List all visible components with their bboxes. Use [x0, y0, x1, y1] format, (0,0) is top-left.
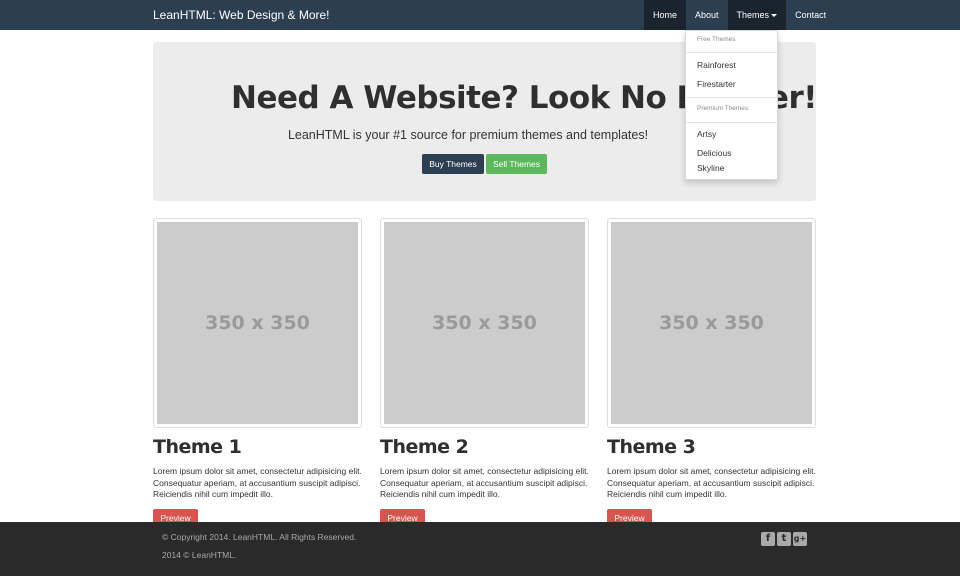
- placeholder-image: 350 x 350: [611, 222, 812, 424]
- theme-thumbnail[interactable]: 350 x 350: [380, 218, 589, 428]
- nav-menu: Home About Themes Contact: [644, 0, 835, 30]
- sell-themes-button[interactable]: Sell Themes: [486, 154, 547, 174]
- placeholder-image: 350 x 350: [384, 222, 585, 424]
- buy-themes-button[interactable]: Buy Themes: [422, 154, 484, 174]
- nav-about[interactable]: About: [686, 0, 728, 30]
- dropdown-divider: [686, 52, 777, 53]
- navbar: LeanHTML: Web Design & More! Home About …: [0, 0, 960, 30]
- nav-contact[interactable]: Contact: [786, 0, 835, 30]
- theme-thumbnail[interactable]: 350 x 350: [153, 218, 362, 428]
- theme-description: Lorem ipsum dolor sit amet, consectetur …: [153, 466, 368, 501]
- theme-description-line: Reiciendis nihil cum impedit illo.: [607, 489, 727, 499]
- theme-description-line: Consequatur aperiam, at accusantium susc…: [607, 477, 815, 488]
- caret-down-icon: [771, 14, 778, 18]
- theme-description-line: Consequatur aperiam, at accusantium susc…: [380, 477, 588, 488]
- placeholder-image: 350 x 350: [157, 222, 358, 424]
- dropdown-header-premium: Premium Themes: [697, 105, 749, 112]
- footer-copyright: © Copyright 2014. LeanHTML. All Rights R…: [162, 532, 357, 542]
- theme-description-line: Lorem ipsum dolor sit amet, consectetur …: [607, 466, 816, 476]
- nav-themes-label: Themes: [736, 10, 770, 20]
- theme-description-line: Consequatur aperiam, at accusantium susc…: [153, 477, 361, 488]
- dropdown-item-artsy[interactable]: Artsy: [697, 129, 716, 139]
- theme-description-line: Lorem ipsum dolor sit amet, consectetur …: [153, 466, 362, 476]
- theme-description: Lorem ipsum dolor sit amet, consectetur …: [607, 466, 822, 501]
- theme-description-line: Lorem ipsum dolor sit amet, consectetur …: [380, 466, 589, 476]
- twitter-icon[interactable]: t: [777, 532, 791, 546]
- theme-thumbnail[interactable]: 350 x 350: [607, 218, 816, 428]
- footer-small-text: 2014 © LeanHTML.: [162, 550, 237, 560]
- theme-title: Theme 2: [380, 436, 469, 458]
- theme-description-line: Reiciendis nihil cum impedit illo.: [153, 489, 273, 499]
- brand-link[interactable]: LeanHTML: Web Design & More!: [153, 8, 330, 22]
- theme-title: Theme 1: [153, 436, 242, 458]
- dropdown-item-rainforest[interactable]: Rainforest: [697, 60, 736, 70]
- theme-description: Lorem ipsum dolor sit amet, consectetur …: [380, 466, 595, 501]
- facebook-icon[interactable]: f: [761, 532, 775, 546]
- theme-title: Theme 3: [607, 436, 696, 458]
- dropdown-divider: [686, 97, 777, 98]
- footer: © Copyright 2014. LeanHTML. All Rights R…: [0, 522, 960, 576]
- dropdown-divider: [686, 122, 777, 123]
- dropdown-item-firestarter[interactable]: Firestarter: [697, 79, 736, 89]
- themes-dropdown: Free Themes Rainforest Firestarter Premi…: [685, 30, 778, 180]
- dropdown-item-delicious[interactable]: Delicious: [697, 148, 732, 158]
- google-plus-icon[interactable]: g+: [793, 532, 807, 546]
- nav-home[interactable]: Home: [644, 0, 687, 30]
- theme-description-line: Reiciendis nihil cum impedit illo.: [380, 489, 500, 499]
- dropdown-item-skyline[interactable]: Skyline: [697, 163, 724, 173]
- nav-themes[interactable]: Themes: [727, 0, 787, 30]
- dropdown-header-free: Free Themes: [697, 36, 736, 43]
